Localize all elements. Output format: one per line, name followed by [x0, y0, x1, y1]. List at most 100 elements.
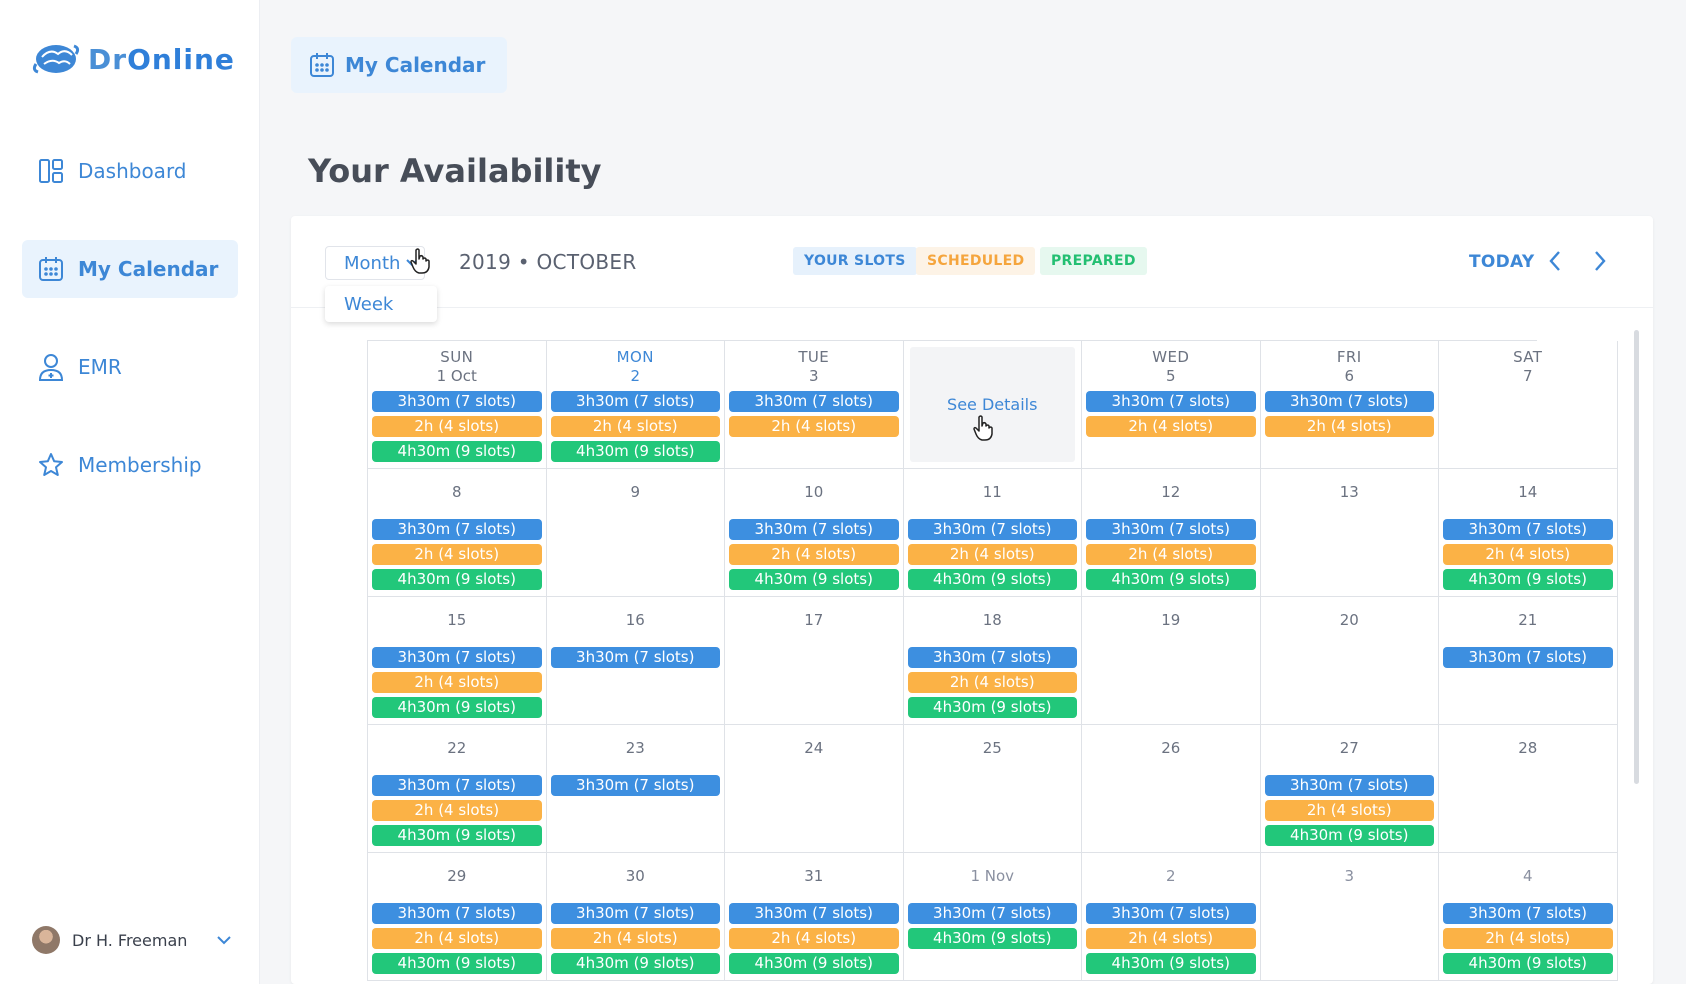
- slot-pill-blue[interactable]: 3h30m (7 slots): [907, 519, 1077, 540]
- day-cell[interactable]: 2 3h30m (7 slots) 2h (4 slots) 4h30m (9 slo…: [1082, 853, 1261, 981]
- slot-pill-orange[interactable]: 2h (4 slots): [907, 544, 1077, 565]
- day-cell[interactable]: 10 3h30m (7 slots) 2h (4 slots) 4h30m (9 sl…: [725, 469, 904, 597]
- slot-pill-green[interactable]: 4h30m (9 slots): [550, 953, 720, 974]
- slot-pill-blue[interactable]: 3h30m (7 slots): [372, 391, 542, 412]
- slot-pill-green[interactable]: 4h30m (9 slots): [372, 697, 542, 718]
- sidebar-item-emr[interactable]: EMR: [22, 338, 238, 396]
- slot-pill-green[interactable]: 4h30m (9 slots): [729, 953, 899, 974]
- slot-pill-green[interactable]: 4h30m (9 slots): [1443, 569, 1613, 590]
- see-details-link[interactable]: See Details: [904, 395, 1082, 414]
- day-cell[interactable]: 3: [1260, 853, 1439, 981]
- day-cell[interactable]: 8 3h30m (7 slots) 2h (4 slots) 4h30m (9 slo…: [368, 469, 547, 597]
- day-cell[interactable]: 20: [1260, 597, 1439, 725]
- day-cell[interactable]: 28: [1439, 725, 1618, 853]
- sidebar-item-dashboard[interactable]: Dashboard: [22, 142, 238, 200]
- view-select[interactable]: Month: [325, 246, 425, 280]
- slot-pill-green[interactable]: 4h30m (9 slots): [372, 825, 542, 846]
- slot-pill-green[interactable]: 4h30m (9 slots): [1264, 825, 1434, 846]
- slot-pill-orange[interactable]: 2h (4 slots): [1264, 416, 1434, 437]
- slot-pill-blue[interactable]: 3h30m (7 slots): [550, 775, 720, 796]
- slot-pill-orange[interactable]: 2h (4 slots): [372, 544, 542, 565]
- slot-pill-orange[interactable]: 2h (4 slots): [372, 928, 542, 949]
- slot-pill-green[interactable]: 4h30m (9 slots): [550, 441, 720, 462]
- slot-pill-blue[interactable]: 3h30m (7 slots): [1443, 647, 1613, 668]
- day-cell[interactable]: 17: [725, 597, 904, 725]
- slot-pill-blue[interactable]: 3h30m (7 slots): [372, 903, 542, 924]
- slot-pill-orange[interactable]: 2h (4 slots): [1443, 928, 1613, 949]
- slot-pill-blue[interactable]: 3h30m (7 slots): [1086, 519, 1256, 540]
- day-cell[interactable]: MON 2 3h30m (7 slots) 2h (4 slots) 4h30m (9 …: [546, 341, 725, 469]
- slot-pill-blue[interactable]: 3h30m (7 slots): [372, 647, 542, 668]
- slot-pill-blue[interactable]: 3h30m (7 slots): [1443, 903, 1613, 924]
- day-cell[interactable]: 14 3h30m (7 slots) 2h (4 slots) 4h30m (9 sl…: [1439, 469, 1618, 597]
- slot-pill-blue[interactable]: 3h30m (7 slots): [550, 903, 720, 924]
- slot-pill-green[interactable]: 4h30m (9 slots): [372, 441, 542, 462]
- slot-pill-blue[interactable]: 3h30m (7 slots): [1264, 391, 1434, 412]
- day-cell[interactable]: 29 3h30m (7 slots) 2h (4 slots) 4h30m (9 sl…: [368, 853, 547, 981]
- chevron-down-icon[interactable]: [216, 935, 232, 945]
- day-cell[interactable]: 21 3h30m (7 slots): [1439, 597, 1618, 725]
- slot-pill-blue[interactable]: 3h30m (7 slots): [1086, 391, 1256, 412]
- day-cell[interactable]: 31 3h30m (7 slots) 2h (4 slots) 4h30m (9 sl…: [725, 853, 904, 981]
- slot-pill-orange[interactable]: 2h (4 slots): [1086, 928, 1256, 949]
- day-cell[interactable]: 19: [1082, 597, 1261, 725]
- slot-pill-orange[interactable]: 2h (4 slots): [372, 672, 542, 693]
- slot-pill-blue[interactable]: 3h30m (7 slots): [907, 903, 1077, 924]
- day-cell[interactable]: 9: [546, 469, 725, 597]
- day-cell[interactable]: See Details: [903, 341, 1082, 469]
- day-cell[interactable]: 24: [725, 725, 904, 853]
- day-cell[interactable]: 15 3h30m (7 slots) 2h (4 slots) 4h30m (9 sl…: [368, 597, 547, 725]
- slot-pill-orange[interactable]: 2h (4 slots): [372, 800, 542, 821]
- logo[interactable]: DrOnline: [32, 40, 235, 78]
- slot-pill-blue[interactable]: 3h30m (7 slots): [550, 391, 720, 412]
- day-cell[interactable]: 4 3h30m (7 slots) 2h (4 slots) 4h30m (9 slo…: [1439, 853, 1618, 981]
- day-cell[interactable]: 30 3h30m (7 slots) 2h (4 slots) 4h30m (9 sl…: [546, 853, 725, 981]
- day-cell[interactable]: FRI 6 3h30m (7 slots) 2h (4 slots): [1260, 341, 1439, 469]
- slot-pill-orange[interactable]: 2h (4 slots): [729, 544, 899, 565]
- user-menu[interactable]: Dr H. Freeman: [32, 926, 232, 954]
- sidebar-item-my-calendar[interactable]: My Calendar: [22, 240, 238, 298]
- day-cell[interactable]: 12 3h30m (7 slots) 2h (4 slots) 4h30m (9 sl…: [1082, 469, 1261, 597]
- sidebar-item-membership[interactable]: Membership: [22, 436, 238, 494]
- previous-month-icon[interactable]: [1548, 250, 1562, 272]
- day-cell[interactable]: 13: [1260, 469, 1439, 597]
- slot-pill-orange[interactable]: 2h (4 slots): [1264, 800, 1434, 821]
- view-option-week[interactable]: Week: [325, 286, 437, 322]
- slot-pill-green[interactable]: 4h30m (9 slots): [907, 928, 1077, 949]
- slot-pill-orange[interactable]: 2h (4 slots): [1443, 544, 1613, 565]
- slot-pill-blue[interactable]: 3h30m (7 slots): [550, 647, 720, 668]
- day-cell[interactable]: SAT 7: [1439, 341, 1618, 469]
- slot-pill-blue[interactable]: 3h30m (7 slots): [729, 903, 899, 924]
- day-cell[interactable]: 18 3h30m (7 slots) 2h (4 slots) 4h30m (9 sl…: [903, 597, 1082, 725]
- day-cell[interactable]: 11 3h30m (7 slots) 2h (4 slots) 4h30m (9 sl…: [903, 469, 1082, 597]
- slot-pill-green[interactable]: 4h30m (9 slots): [1086, 569, 1256, 590]
- slot-pill-blue[interactable]: 3h30m (7 slots): [1086, 903, 1256, 924]
- day-cell[interactable]: 23 3h30m (7 slots): [546, 725, 725, 853]
- scrollbar[interactable]: [1634, 330, 1639, 784]
- day-cell[interactable]: SUN 1 Oct 3h30m (7 slots) 2h (4 slots) 4h30m…: [368, 341, 547, 469]
- slot-pill-orange[interactable]: 2h (4 slots): [372, 416, 542, 437]
- slot-pill-blue[interactable]: 3h30m (7 slots): [1264, 775, 1434, 796]
- day-cell[interactable]: 25: [903, 725, 1082, 853]
- slot-pill-orange[interactable]: 2h (4 slots): [550, 416, 720, 437]
- slot-pill-green[interactable]: 4h30m (9 slots): [907, 697, 1077, 718]
- slot-pill-green[interactable]: 4h30m (9 slots): [1086, 953, 1256, 974]
- slot-pill-green[interactable]: 4h30m (9 slots): [907, 569, 1077, 590]
- day-cell[interactable]: WED 5 3h30m (7 slots) 2h (4 slots): [1082, 341, 1261, 469]
- slot-pill-green[interactable]: 4h30m (9 slots): [1443, 953, 1613, 974]
- day-cell[interactable]: 16 3h30m (7 slots): [546, 597, 725, 725]
- slot-pill-orange[interactable]: 2h (4 slots): [907, 672, 1077, 693]
- next-month-icon[interactable]: [1593, 250, 1607, 272]
- today-button[interactable]: TODAY: [1469, 252, 1535, 272]
- slot-pill-orange[interactable]: 2h (4 slots): [1086, 544, 1256, 565]
- slot-pill-green[interactable]: 4h30m (9 slots): [372, 569, 542, 590]
- day-cell[interactable]: 27 3h30m (7 slots) 2h (4 slots) 4h30m (9 sl…: [1260, 725, 1439, 853]
- slot-pill-green[interactable]: 4h30m (9 slots): [372, 953, 542, 974]
- day-cell[interactable]: 26: [1082, 725, 1261, 853]
- day-cell[interactable]: 1 Nov 3h30m (7 slots) 4h30m (9 slots): [903, 853, 1082, 981]
- slot-pill-blue[interactable]: 3h30m (7 slots): [372, 775, 542, 796]
- slot-pill-orange[interactable]: 2h (4 slots): [1086, 416, 1256, 437]
- slot-pill-blue[interactable]: 3h30m (7 slots): [729, 391, 899, 412]
- slot-pill-blue[interactable]: 3h30m (7 slots): [372, 519, 542, 540]
- slot-pill-orange[interactable]: 2h (4 slots): [550, 928, 720, 949]
